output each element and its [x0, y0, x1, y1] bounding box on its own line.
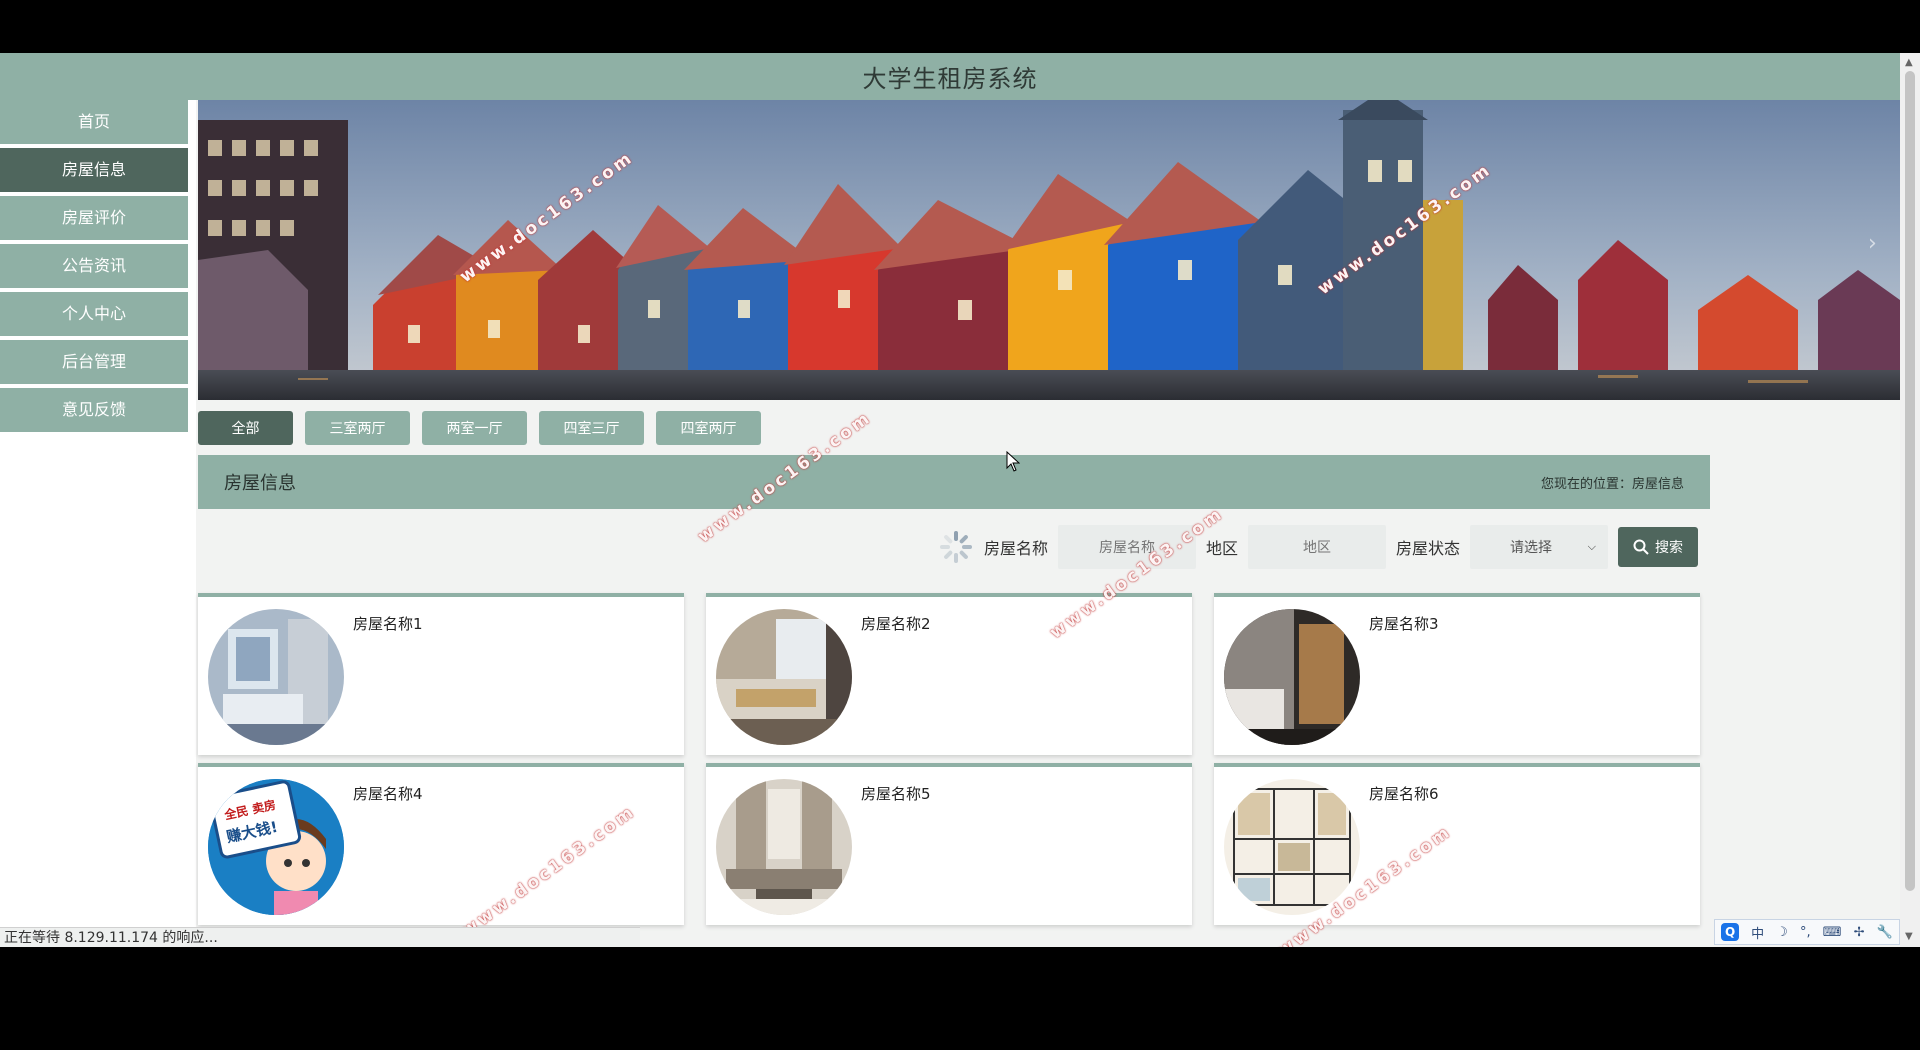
- banner-image: ›: [198, 100, 1900, 400]
- room-type-filters: 全部 三室两厅 两室一厅 四室三厅 四室两厅: [198, 411, 761, 447]
- sidebar-item-announcements[interactable]: 公告资讯: [0, 244, 188, 288]
- ime-logo-icon[interactable]: Q: [1721, 923, 1740, 941]
- sidebar-item-admin[interactable]: 后台管理: [0, 340, 188, 384]
- moon-icon[interactable]: ☽: [1776, 925, 1788, 940]
- sidebar-item-personal-center[interactable]: 个人中心: [0, 292, 188, 336]
- house-card[interactable]: 全民 卖房 赚大钱! 房屋名称4: [198, 763, 684, 925]
- filter-all[interactable]: 全部: [198, 411, 293, 445]
- chevron-down-icon: ⌵: [1587, 540, 1596, 553]
- search-button-label: 搜索: [1655, 539, 1683, 555]
- area-label: 地区: [1205, 539, 1238, 558]
- filter-four-room-three-hall[interactable]: 四室三厅: [539, 411, 644, 445]
- scroll-up-arrow-icon[interactable]: ▲: [1905, 57, 1913, 68]
- browser-viewport: 大学生租房系统 首页 房屋信息 房屋评价 公告资讯 个人中心 后台管理 意见反馈: [0, 53, 1920, 947]
- site-header: 大学生租房系统: [0, 53, 1900, 100]
- house-photo[interactable]: [716, 609, 852, 745]
- house-photo[interactable]: [716, 779, 852, 915]
- mouse-cursor-icon: [1006, 450, 1021, 477]
- breadcrumb: 您现在的位置：房屋信息: [1540, 476, 1684, 492]
- sidebar-item-feedback[interactable]: 意见反馈: [0, 388, 188, 432]
- wrench-icon[interactable]: 🔧: [1877, 925, 1893, 940]
- house-card[interactable]: 房屋名称6: [1214, 763, 1700, 925]
- page-scrollbar[interactable]: ▲ ▼: [1900, 53, 1920, 947]
- house-photo[interactable]: [208, 609, 344, 745]
- house-card[interactable]: 房屋名称5: [706, 763, 1192, 925]
- ime-toolbar[interactable]: Q 中 ☽ °, ⌨ ✢ 🔧: [1714, 919, 1900, 945]
- house-name-label: 房屋名称: [983, 539, 1048, 558]
- status-text: 正在等待 8.129.11.174 的响应...: [4, 930, 218, 946]
- filter-four-room-two-hall[interactable]: 四室两厅: [656, 411, 761, 445]
- house-card[interactable]: 房屋名称2: [706, 593, 1192, 755]
- banner-carousel[interactable]: ›: [198, 100, 1900, 400]
- scroll-down-arrow-icon[interactable]: ▼: [1905, 931, 1913, 942]
- house-status-select[interactable]: 请选择 ⌵: [1470, 525, 1608, 569]
- browser-status-bar: 正在等待 8.129.11.174 的响应...: [0, 927, 640, 947]
- house-name[interactable]: 房屋名称3: [1369, 613, 1439, 634]
- filter-three-room[interactable]: 三室两厅: [305, 411, 410, 445]
- house-name[interactable]: 房屋名称2: [861, 613, 931, 634]
- search-button[interactable]: 搜索: [1618, 527, 1698, 567]
- house-status-label: 房屋状态: [1395, 539, 1460, 558]
- ime-language-toggle[interactable]: 中: [1751, 923, 1764, 942]
- sidebar-item-house-review[interactable]: 房屋评价: [0, 196, 188, 240]
- svg-text:›: ›: [1868, 231, 1877, 256]
- sidebar-nav: 首页 房屋信息 房屋评价 公告资讯 个人中心 后台管理 意见反馈: [0, 100, 196, 947]
- loading-spinner-icon: [939, 531, 972, 563]
- section-header: 房屋信息 您现在的位置：房屋信息: [198, 455, 1710, 509]
- house-card[interactable]: 房屋名称3: [1214, 593, 1700, 755]
- search-bar: 房屋名称 地区 房屋状态 请选择 ⌵ 搜索: [198, 523, 1698, 571]
- punctuation-icon[interactable]: °,: [1800, 925, 1811, 940]
- house-photo[interactable]: [1224, 779, 1360, 915]
- house-name[interactable]: 房屋名称4: [353, 783, 423, 804]
- house-status-selected: 请选择: [1510, 540, 1552, 556]
- house-name[interactable]: 房屋名称6: [1369, 783, 1439, 804]
- filter-two-room[interactable]: 两室一厅: [422, 411, 527, 445]
- area-input[interactable]: [1247, 525, 1386, 569]
- sidebar-item-home[interactable]: 首页: [0, 100, 188, 144]
- house-name[interactable]: 房屋名称5: [861, 783, 931, 804]
- house-card[interactable]: 房屋名称1: [198, 593, 684, 755]
- search-icon: [1633, 539, 1649, 555]
- site-title: 大学生租房系统: [862, 65, 1038, 93]
- pin-icon[interactable]: ✢: [1854, 925, 1865, 940]
- scrollbar-thumb[interactable]: [1905, 71, 1915, 891]
- house-name[interactable]: 房屋名称1: [353, 613, 423, 634]
- house-photo[interactable]: 全民 卖房 赚大钱!: [208, 779, 344, 915]
- house-photo[interactable]: [1224, 609, 1360, 745]
- sidebar-item-house-info[interactable]: 房屋信息: [0, 148, 188, 192]
- section-title: 房屋信息: [224, 473, 296, 494]
- keyboard-icon[interactable]: ⌨: [1823, 925, 1842, 940]
